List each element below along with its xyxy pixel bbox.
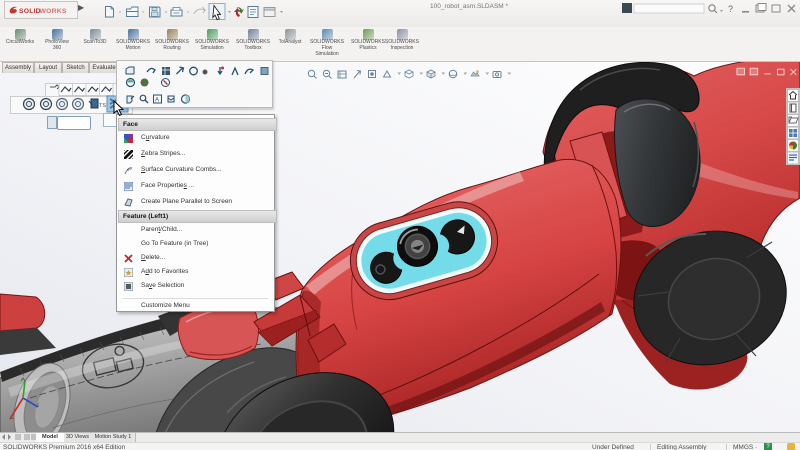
- svg-text:?: ?: [728, 4, 733, 14]
- svg-text:A: A: [155, 98, 159, 104]
- svg-text:LCTS: LCTS: [92, 103, 106, 109]
- svg-text:SOLID: SOLID: [19, 8, 41, 15]
- svg-text:WORKS: WORKS: [40, 8, 67, 15]
